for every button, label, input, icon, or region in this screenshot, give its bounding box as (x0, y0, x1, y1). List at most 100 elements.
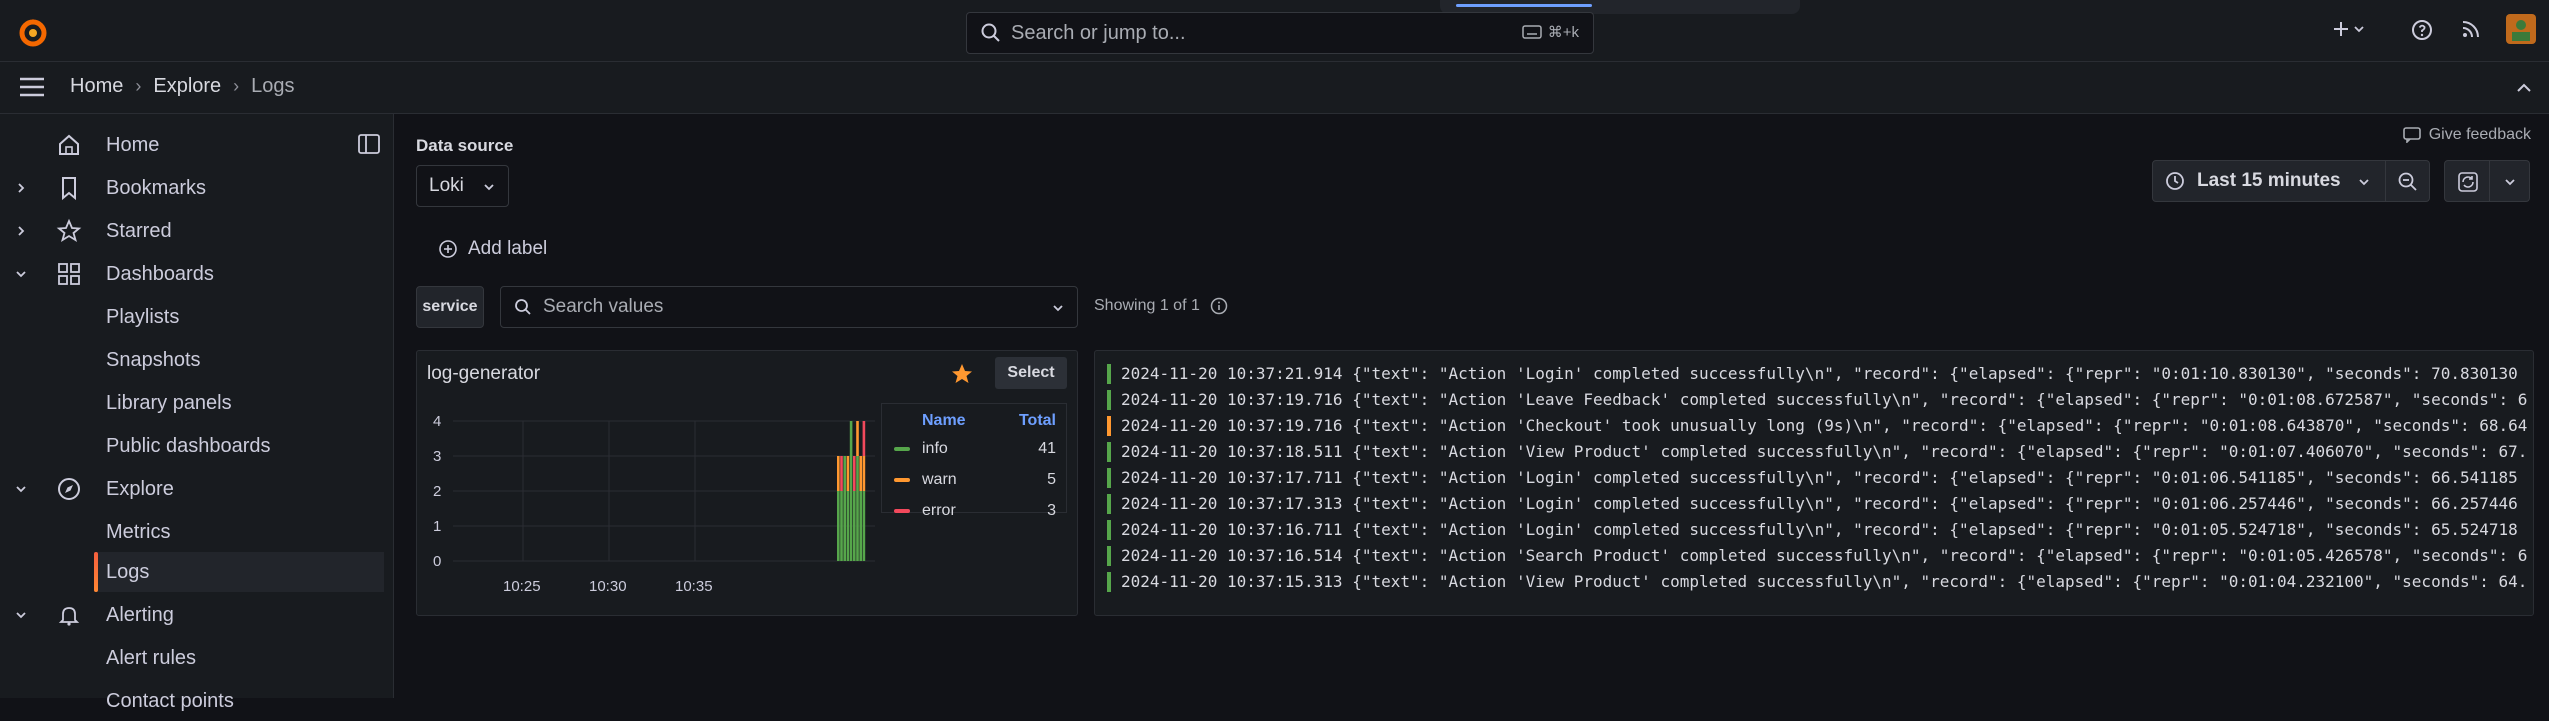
time-range-picker[interactable]: Last 15 minutes (2152, 160, 2386, 202)
add-label-button[interactable]: Add label (438, 238, 547, 260)
log-line[interactable]: 2024-11-20 10:37:21.914 {"text": "Action… (1107, 361, 2527, 387)
chart-bar-info[interactable] (856, 456, 859, 561)
avatar-icon (2506, 14, 2536, 44)
sidebar-item-public-dashboards[interactable]: Public dashboards (0, 426, 394, 466)
bookmark-icon (62, 177, 76, 201)
search-input[interactable]: Search or jump to... ⌘+k (966, 12, 1594, 54)
x-tick-label: 10:25 (503, 578, 541, 595)
sidebar-item-snapshots[interactable]: Snapshots (0, 340, 394, 380)
sidebar-item-metrics[interactable]: Metrics (0, 512, 394, 552)
chevron-up-icon[interactable] (2515, 80, 2533, 96)
zoom-out-button[interactable] (2386, 160, 2430, 202)
chart-bar-info[interactable] (862, 491, 866, 561)
refresh-button[interactable] (2444, 160, 2490, 202)
grafana-logo-icon[interactable] (16, 16, 50, 50)
service-panel: log-generator Select 0 1 2 3 4 10:25 10:30 10:3… (416, 350, 1078, 616)
log-line[interactable]: 2024-11-20 10:37:19.716 {"text": "Action… (1107, 387, 2527, 413)
profile-avatar[interactable] (2506, 14, 2536, 44)
comment-icon (2402, 127, 2421, 143)
chevron-down-icon (2359, 179, 2369, 186)
sidebar-item-home[interactable]: Home (0, 125, 394, 165)
chart-bar-warn[interactable] (862, 456, 866, 491)
logs-panel: 2024-11-20 10:37:21.914 {"text": "Action… (1094, 350, 2534, 616)
bell-icon (58, 607, 80, 626)
y-tick-label: 1 (433, 518, 441, 535)
clock-icon (2166, 172, 2184, 190)
refresh-interval-dropdown[interactable] (2490, 160, 2530, 202)
chevron-down-icon (484, 184, 494, 191)
plus-icon (2334, 22, 2348, 36)
breadcrumb-home[interactable]: Home (70, 75, 123, 98)
legend-swatch (894, 478, 910, 482)
chevron-down-icon[interactable] (14, 608, 28, 622)
new-button[interactable] (2330, 18, 2366, 40)
search-shortcut: ⌘+k (1521, 23, 1579, 41)
legend-swatch (894, 447, 910, 451)
sidebar-item-bookmarks[interactable]: Bookmarks (0, 168, 394, 208)
service-badge[interactable]: service (416, 286, 484, 328)
y-tick-label: 0 (433, 553, 441, 570)
sidebar-item-contact-points[interactable]: Contact points (0, 681, 394, 721)
chart-bar-info[interactable] (843, 456, 846, 561)
select-button[interactable]: Select (995, 357, 1067, 389)
help-button[interactable] (2410, 18, 2434, 42)
sidebar-item-library-panels[interactable]: Library panels (0, 383, 394, 423)
log-line[interactable]: 2024-11-20 10:37:16.514 {"text": "Action… (1107, 543, 2527, 569)
breadcrumb-explore[interactable]: Explore (153, 75, 221, 98)
give-feedback-link[interactable]: Give feedback (2402, 126, 2531, 144)
chart-bar-warn[interactable] (837, 456, 840, 491)
datasource-select[interactable]: Loki (416, 165, 509, 207)
chart-bar-info[interactable] (837, 491, 840, 561)
legend-row-error[interactable]: error 3 (882, 496, 1066, 526)
chart-bar-error[interactable] (840, 456, 843, 491)
panel-title: log-generator (427, 363, 541, 384)
legend-header-total[interactable]: Total (1019, 412, 1056, 430)
chart-bar-info[interactable] (859, 491, 862, 561)
chart-legend: Name Total info 41 warn 5 error 3 (881, 403, 1067, 519)
sidebar-item-explore[interactable]: Explore (0, 469, 394, 509)
refresh-icon (2458, 172, 2478, 192)
service-search-input[interactable]: Search values (500, 286, 1078, 328)
log-line[interactable]: 2024-11-20 10:37:18.511 {"text": "Action… (1107, 439, 2527, 465)
showing-count: Showing 1 of 1 (1094, 297, 1228, 315)
chart-bar-warn[interactable] (846, 456, 850, 491)
chart-bar-warn[interactable] (859, 456, 862, 491)
chevron-down-icon[interactable] (14, 482, 28, 496)
breadcrumb-bar: Home › Explore › Logs (0, 62, 2549, 114)
chevron-down-icon (2505, 179, 2515, 186)
chevron-right-icon[interactable] (14, 181, 28, 195)
log-line[interactable]: 2024-11-20 10:37:15.313 {"text": "Action… (1107, 569, 2527, 595)
rss-icon (2462, 21, 2479, 38)
sidebar-item-dashboards[interactable]: Dashboards (0, 254, 394, 294)
y-tick-label: 3 (433, 448, 441, 465)
legend-row-warn[interactable]: warn 5 (882, 465, 1066, 495)
log-line[interactable]: 2024-11-20 10:37:17.711 {"text": "Action… (1107, 465, 2527, 491)
chart-bar-info[interactable] (853, 491, 856, 561)
log-line[interactable]: 2024-11-20 10:37:17.313 {"text": "Action… (1107, 491, 2527, 517)
menu-icon[interactable] (18, 76, 46, 98)
log-line[interactable]: 2024-11-20 10:37:19.716 {"text": "Action… (1107, 413, 2527, 439)
zoom-out-icon (2398, 172, 2417, 191)
news-button[interactable] (2460, 18, 2482, 40)
sidebar-item-alert-rules[interactable]: Alert rules (0, 638, 394, 678)
legend-row-info[interactable]: info 41 (882, 434, 1066, 464)
chart-bar-info[interactable] (849, 421, 853, 561)
star-icon (56, 218, 82, 242)
favorite-star-icon[interactable] (949, 361, 975, 387)
log-line[interactable]: 2024-11-20 10:37:16.711 {"text": "Action… (1107, 517, 2527, 543)
volume-chart: 0 1 2 3 4 10:25 10:30 10:35 (433, 413, 875, 595)
sidebar-item-starred[interactable]: Starred (0, 211, 394, 251)
legend-header-name[interactable]: Name (922, 412, 966, 430)
chart-bar-error[interactable] (862, 421, 866, 456)
sidebar-item-alerting[interactable]: Alerting (0, 595, 394, 635)
chart-bar-info[interactable] (840, 491, 843, 561)
sidebar-item-playlists[interactable]: Playlists (0, 297, 394, 337)
chart-bar-error[interactable] (853, 456, 856, 491)
search-icon (515, 299, 531, 315)
chart-bar-info[interactable] (846, 491, 850, 561)
chart-bar-warn[interactable] (856, 421, 859, 456)
info-icon[interactable] (1210, 297, 1228, 315)
chevron-right-icon[interactable] (14, 224, 28, 238)
chevron-down-icon[interactable] (14, 267, 28, 281)
sidebar-item-logs[interactable]: Logs (94, 552, 384, 592)
